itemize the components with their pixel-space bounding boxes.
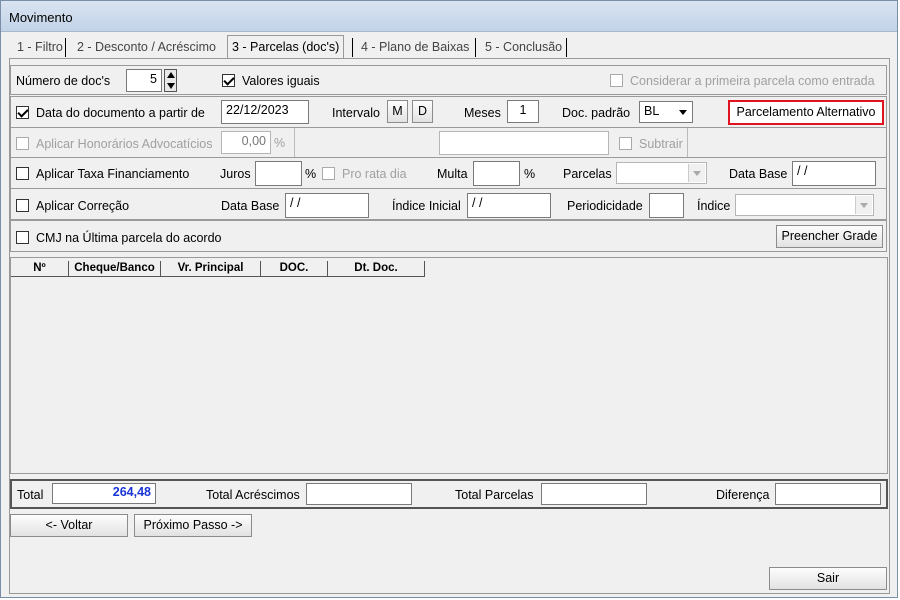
honorarios-checkbox[interactable] <box>16 137 29 150</box>
parcelas-label: Parcelas <box>563 167 612 181</box>
tab-filtro[interactable]: 1 - Filtro <box>13 37 67 57</box>
honorarios-label: Aplicar Honorários Advocatícios <box>36 137 213 151</box>
pro-rata-checkbox[interactable] <box>322 167 335 180</box>
indice-label: Índice <box>697 199 731 213</box>
num-docs-spinner[interactable] <box>164 69 177 92</box>
doc-padrao-select[interactable]: BL <box>639 101 693 123</box>
diferenca-label: Diferença <box>716 488 770 502</box>
meses-label: Meses <box>464 106 501 120</box>
juros-input[interactable] <box>255 161 302 186</box>
spin-up-icon[interactable] <box>167 72 175 78</box>
correcao-label: Aplicar Correção <box>36 199 130 213</box>
subtrair-label: Subtrair <box>639 137 683 151</box>
row-honorarios: Aplicar Honorários Advocatícios 0,00 % S… <box>10 127 887 158</box>
window-title: Movimento <box>9 10 73 25</box>
data-base-input[interactable]: / / <box>792 161 876 186</box>
considerar-entrada-label: Considerar a primeira parcela como entra… <box>630 74 875 88</box>
proximo-passo-button[interactable]: Próximo Passo -> <box>134 514 252 537</box>
valores-iguais-checkbox[interactable] <box>222 74 235 87</box>
voltar-button[interactable]: <- Voltar <box>10 514 128 537</box>
tab-separator <box>352 38 353 57</box>
total-value: 264,48 <box>52 483 156 504</box>
multa-percent: % <box>524 167 536 181</box>
data-base-label: Data Base <box>729 167 788 181</box>
chevron-down-icon[interactable] <box>688 164 705 182</box>
chevron-down-icon[interactable] <box>855 196 872 214</box>
tab-separator <box>65 38 66 57</box>
title-bar: Movimento <box>1 1 897 32</box>
cmj-checkbox[interactable] <box>16 231 29 244</box>
pro-rata-label: Pro rata dia <box>342 167 407 181</box>
row-correcao: Aplicar Correção Data Base / / Índice In… <box>10 188 887 220</box>
intervalo-label: Intervalo <box>332 106 380 120</box>
honorarios-input[interactable]: 0,00 <box>221 131 271 154</box>
data-documento-input[interactable]: 22/12/2023 <box>221 100 309 124</box>
tab-separator <box>566 38 567 57</box>
tab-desconto-acrescimo[interactable]: 2 - Desconto / Acréscimo <box>73 37 220 57</box>
correcao-data-base-label: Data Base <box>221 199 280 213</box>
sair-button[interactable]: Sair <box>769 567 887 590</box>
total-acrescimos-label: Total Acréscimos <box>206 488 300 502</box>
indice-inicial-label: Índice Inicial <box>392 199 461 213</box>
grid-header-doc[interactable]: DOC. <box>261 261 328 277</box>
movimento-window: Movimento 1 - Filtro 2 - Desconto / Acré… <box>0 0 898 598</box>
parcelamento-alternativo-button[interactable]: Parcelamento Alternativo <box>728 100 884 125</box>
intervalo-m-button[interactable]: M <box>387 100 408 123</box>
total-parcelas-label: Total Parcelas <box>455 488 534 502</box>
considerar-entrada-checkbox[interactable] <box>610 74 623 87</box>
juros-percent: % <box>305 167 317 181</box>
grid-header-cheque-banco[interactable]: Cheque/Banco <box>69 261 161 277</box>
diferenca-value <box>775 483 881 505</box>
data-documento-checkbox[interactable] <box>16 106 29 119</box>
data-documento-label: Data do documento a partir de <box>36 106 205 120</box>
correcao-data-base-input[interactable]: / / <box>285 193 369 218</box>
multa-input[interactable] <box>473 161 520 186</box>
multa-label: Multa <box>437 167 468 181</box>
honorarios-percent: % <box>274 136 286 150</box>
divider <box>294 128 295 157</box>
periodicidade-label: Periodicidade <box>567 199 643 213</box>
juros-label: Juros <box>220 167 251 181</box>
indice-select[interactable] <box>735 194 874 216</box>
honorarios-desc-input[interactable] <box>439 131 609 155</box>
periodicidade-input[interactable] <box>649 193 684 218</box>
grid-header-vr-principal[interactable]: Vr. Principal <box>161 261 261 277</box>
grid-header-dt-doc[interactable]: Dt. Doc. <box>328 261 425 277</box>
parcelas-select[interactable] <box>616 162 707 184</box>
parcelas-grid[interactable]: Nº Cheque/Banco Vr. Principal DOC. Dt. D… <box>10 257 888 474</box>
taxa-financiamento-label: Aplicar Taxa Financiamento <box>36 167 190 181</box>
tab-parcelas[interactable]: 3 - Parcelas (doc's) <box>227 35 345 59</box>
total-acrescimos-value <box>306 483 412 505</box>
valores-iguais-label: Valores iguais <box>242 74 320 88</box>
row-data-documento: Data do documento a partir de 22/12/2023… <box>10 96 887 128</box>
num-docs-input[interactable]: 5 <box>126 69 162 92</box>
totals-bar: Total 264,48 Total Acréscimos Total Parc… <box>10 479 888 509</box>
row-taxa-financiamento: Aplicar Taxa Financiamento Juros % Pro r… <box>10 157 887 189</box>
correcao-checkbox[interactable] <box>16 199 29 212</box>
indice-inicial-input[interactable]: / / <box>467 193 551 218</box>
num-docs-label: Número de doc's <box>16 74 111 88</box>
chevron-down-icon[interactable] <box>675 103 691 121</box>
doc-padrao-label: Doc. padrão <box>562 106 631 120</box>
doc-padrao-value: BL <box>644 104 660 118</box>
grid-header-numero[interactable]: Nº <box>11 261 69 277</box>
total-label: Total <box>17 488 44 502</box>
spin-down-icon[interactable] <box>167 83 175 89</box>
row-num-docs: Número de doc's 5 Valores iguais Conside… <box>10 65 887 95</box>
row-cmj: CMJ na Última parcela do acordo Preenche… <box>10 220 887 252</box>
tab-separator <box>475 38 476 57</box>
subtrair-checkbox[interactable] <box>619 137 632 150</box>
meses-input[interactable]: 1 <box>507 100 539 123</box>
divider <box>687 128 688 157</box>
cmj-label: CMJ na Última parcela do acordo <box>36 231 222 245</box>
tab-conclusao[interactable]: 5 - Conclusão <box>481 37 566 57</box>
preencher-grade-button[interactable]: Preencher Grade <box>776 225 883 248</box>
intervalo-d-button[interactable]: D <box>412 100 433 123</box>
total-parcelas-value <box>541 483 647 505</box>
taxa-financiamento-checkbox[interactable] <box>16 167 29 180</box>
tab-plano-de-baixas[interactable]: 4 - Plano de Baixas <box>357 37 473 57</box>
